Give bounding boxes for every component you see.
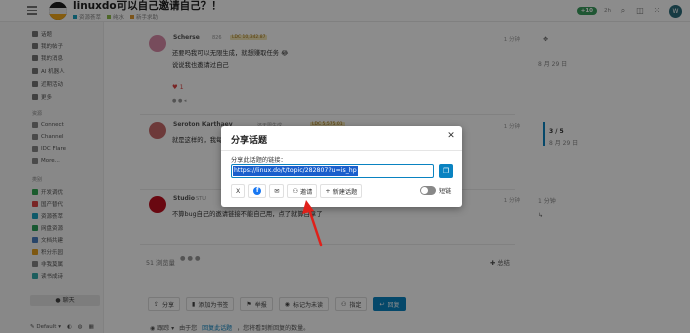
share-facebook-button[interactable]: f — [248, 184, 267, 198]
short-link-label: 短链 — [439, 188, 452, 195]
share-topic-modal: 分享话题 ✕ 分享此话题的链接： https://linux.do/t/topi… — [221, 126, 462, 207]
short-link-toggle[interactable] — [420, 186, 436, 195]
invite-button[interactable]: ⚇ 邀请 — [287, 184, 318, 198]
share-link-selection: https://linux.do/t/topic/282807?u=is_hp — [233, 166, 358, 176]
copy-icon: ❐ — [442, 167, 450, 175]
plus-icon: + — [325, 187, 331, 195]
share-x-button[interactable]: X — [231, 184, 246, 198]
share-link-label: 分享此话题的链接： — [231, 157, 287, 164]
x-icon: X — [236, 187, 241, 195]
copy-button[interactable]: ❐ — [439, 164, 453, 178]
share-email-button[interactable]: ✉ — [269, 184, 285, 198]
email-icon: ✉ — [274, 187, 280, 195]
short-link-toggle-wrap: 短链 — [420, 186, 451, 195]
share-buttons: X f ✉ ⚇ 邀请 + 新建话题 — [231, 184, 363, 198]
close-icon[interactable]: ✕ — [446, 131, 456, 141]
modal-title: 分享话题 — [231, 136, 268, 146]
new-topic-button[interactable]: + 新建话题 — [320, 184, 363, 198]
modal-divider — [221, 150, 462, 151]
user-plus-icon: ⚇ — [292, 187, 298, 195]
facebook-icon: f — [253, 187, 262, 195]
